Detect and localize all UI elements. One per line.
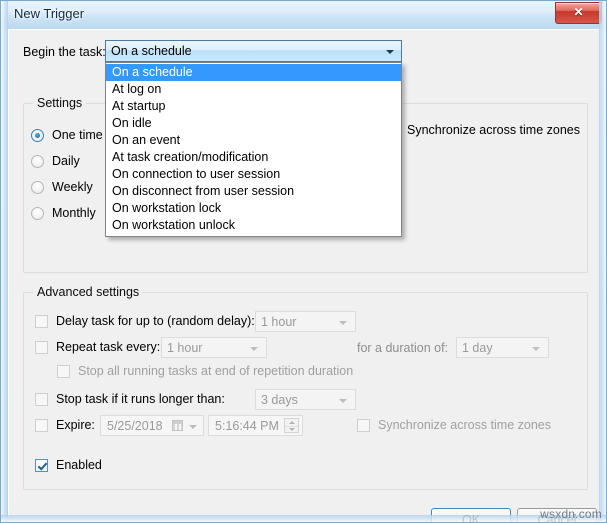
close-button[interactable]: ✕ [555,2,602,24]
checkbox-indicator [35,392,48,406]
checkbox-enabled[interactable]: Enabled [35,458,102,472]
checkbox-label: Expire: [56,418,95,432]
checkbox-indicator [357,418,370,432]
chevron-down-icon [339,399,347,403]
begin-task-dropdown-list[interactable]: On a schedule At log on At startup On id… [105,62,402,237]
chevron-down-icon [339,321,347,325]
checkbox-delay-task[interactable]: Delay task for up to (random delay): [35,314,255,328]
expire-time-spinner[interactable]: 5:16:44 PM [208,415,303,436]
checkbox-stop-task-longer-than[interactable]: Stop task if it runs longer than: [35,392,225,406]
radio-indicator [31,180,44,194]
expire-time-value: 5:16:44 PM [215,419,279,433]
checkbox-label: Stop all running tasks at end of repetit… [78,364,354,378]
delay-duration-combobox[interactable]: 1 hour [255,311,356,332]
dropdown-item-at-startup[interactable]: At startup [106,98,401,115]
checkbox-expire[interactable]: Expire: [35,418,95,432]
begin-task-label: Begin the task: [23,45,106,59]
expire-date-value: 5/25/2018 [107,419,163,433]
repeat-duration-combobox[interactable]: 1 day [456,337,549,358]
checkbox-expire-sync-timezones[interactable]: Synchronize across time zones [357,418,551,432]
dropdown-item-at-task-creation-modification[interactable]: At task creation/modification [106,149,401,166]
dialog-client-area: Begin the task: On a schedule Settings O… [8,29,601,522]
radio-daily[interactable]: Daily [31,154,80,168]
window-title: New Trigger [14,6,85,21]
chevron-down-icon [532,347,540,351]
radio-label: Monthly [52,206,96,220]
dropdown-item-on-workstation-lock[interactable]: On workstation lock [106,200,401,217]
radio-indicator [31,154,44,168]
radio-label: Weekly [52,180,93,194]
checkbox-indicator [35,314,48,328]
checkbox-stop-all-running-tasks[interactable]: Stop all running tasks at end of repetit… [57,364,353,378]
radio-label: One time [52,128,103,142]
close-icon: ✕ [573,5,584,19]
radio-indicator [31,128,44,142]
window-frame-left [1,1,8,522]
delay-duration-value: 1 hour [261,315,297,329]
calendar-icon [172,420,183,431]
begin-task-selected-value: On a schedule [111,44,192,58]
stop-task-duration-value: 3 days [261,393,298,407]
checkbox-indicator [35,340,48,354]
checkbox-indicator [57,364,70,378]
spinner-down-icon[interactable] [285,426,298,433]
radio-weekly[interactable]: Weekly [31,180,93,194]
radio-monthly[interactable]: Monthly [31,206,96,220]
expire-date-picker[interactable]: 5/25/2018 [100,415,204,436]
stop-task-duration-combobox[interactable]: 3 days [255,389,356,410]
radio-label: Daily [52,154,80,168]
ok-button[interactable]: OK [431,508,511,522]
time-spinner-buttons[interactable] [284,418,299,433]
checkbox-repeat-task[interactable]: Repeat task every: [35,340,160,354]
checkbox-label: Repeat task every: [56,340,161,354]
chevron-down-icon [386,50,394,54]
dropdown-item-on-an-event[interactable]: On an event [106,132,401,149]
checkbox-label: Stop task if it runs longer than: [56,392,225,406]
radio-indicator [31,206,44,220]
dropdown-item-on-connection-to-user-session[interactable]: On connection to user session [106,166,401,183]
title-bar: New Trigger ✕ [1,1,606,29]
checkbox-indicator [35,418,48,432]
repeat-interval-value: 1 hour [167,341,203,355]
chevron-down-icon [250,347,258,351]
dropdown-item-on-a-schedule[interactable]: On a schedule [106,64,401,81]
dropdown-item-at-log-on[interactable]: At log on [106,81,401,98]
watermark: wsxdn.com [540,507,602,521]
dropdown-item-on-idle[interactable]: On idle [106,115,401,132]
new-trigger-dialog: New Trigger ✕ Begin the task: On a sched… [0,0,607,523]
chevron-down-icon [189,425,197,429]
begin-task-combobox[interactable]: On a schedule [105,40,402,62]
settings-sync-timezones-label: Synchronize across time zones [407,123,580,137]
repeat-interval-combobox[interactable]: 1 hour [161,337,267,358]
repeat-duration-label: for a duration of: [357,341,449,355]
checkbox-label: Synchronize across time zones [378,418,551,432]
advanced-settings-group-title: Advanced settings [33,285,144,299]
repeat-duration-value: 1 day [462,341,493,355]
dropdown-item-on-workstation-unlock[interactable]: On workstation unlock [106,217,401,234]
dropdown-item-on-disconnect-from-user-session[interactable]: On disconnect from user session [106,183,401,200]
checkbox-label: Delay task for up to (random delay): [56,314,255,328]
checkbox-indicator [35,458,48,472]
checkbox-label: Enabled [56,458,102,472]
radio-one-time[interactable]: One time [31,128,103,142]
settings-group-title: Settings [33,96,87,110]
